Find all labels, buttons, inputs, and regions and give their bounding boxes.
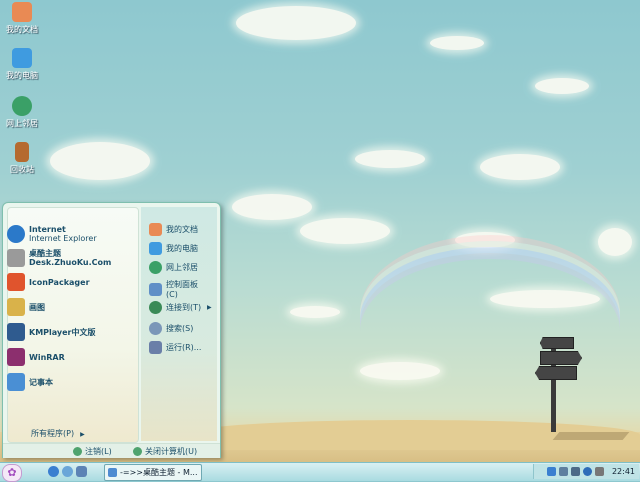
signpost-sign [540, 337, 574, 349]
internet-explorer-icon [7, 225, 25, 243]
zhuoku-icon [7, 249, 25, 267]
cloud [300, 218, 390, 244]
notepad-icon [7, 373, 25, 391]
run-icon [149, 340, 162, 354]
logoff-icon [73, 447, 82, 456]
menu-item-title: 桌酷主题 [29, 249, 61, 258]
places-item-label-hotkey: (C) [166, 290, 178, 299]
cloud [290, 306, 340, 318]
desktop-icon-my-documents[interactable]: 我的文档 [0, 2, 44, 35]
network-icon [149, 260, 162, 274]
tray-volume-icon[interactable] [594, 467, 604, 476]
places-item-label: 我的电脑 [166, 243, 198, 253]
my-documents-icon [12, 2, 32, 22]
cloud [430, 36, 484, 50]
arrow-right-icon: ▶ [207, 303, 212, 311]
menu-item-notepad[interactable]: 记事本 [7, 371, 132, 393]
my-documents-icon [149, 222, 162, 236]
places-item-label: 我的文档 [166, 224, 198, 234]
logoff-button[interactable]: 注销(L) [73, 446, 112, 457]
places-item-label: 搜索(S) [166, 323, 194, 333]
places-item-my-computer[interactable]: 我的电脑 [149, 240, 219, 256]
places-item-label: 控制面板 [166, 280, 198, 289]
rainbow [360, 235, 620, 391]
taskbar: ✿ -=>>桌酷主题 - M... 22:41 [0, 462, 640, 482]
menu-item-subtitle: Desk.ZhuoKu.Com [29, 258, 112, 267]
all-programs-button[interactable]: 所有程序(P) ▶ [31, 428, 85, 439]
menu-item-winrar[interactable]: WinRAR [7, 346, 132, 368]
places-item-label: 网上邻居 [166, 262, 198, 272]
places-item-connect[interactable]: 连接到(T) ▶ [149, 299, 219, 315]
search-icon [149, 321, 162, 335]
cloud [598, 228, 632, 256]
shutdown-label: 关闭计算机(U) [145, 447, 198, 456]
desktop-icon-label: 回收站 [10, 165, 34, 174]
menu-item-zhuoku[interactable]: 桌酷主题 Desk.ZhuoKu.Com [7, 247, 132, 269]
winrar-icon [7, 348, 25, 366]
control-panel-icon [149, 282, 162, 296]
cloud [50, 142, 150, 180]
start-menu-footer: 注销(L) 关闭计算机(U) [3, 443, 220, 458]
cloud [480, 154, 560, 180]
tray-monitor-icon[interactable] [570, 467, 580, 476]
menu-item-title: WinRAR [29, 352, 65, 362]
tray-bird-icon[interactable] [546, 467, 556, 476]
cloud [236, 6, 356, 40]
places-item-search[interactable]: 搜索(S) [149, 320, 219, 336]
cloud [355, 150, 425, 168]
signpost-sign [540, 351, 582, 365]
kmplayer-icon [7, 323, 25, 341]
signpost-sign [535, 366, 577, 380]
menu-item-iconpackager[interactable]: IconPackager [7, 271, 132, 293]
places-item-control-panel[interactable]: 控制面板 (C) [149, 278, 219, 300]
window-icon [108, 468, 117, 477]
cloud [232, 194, 312, 220]
menu-item-title: 画图 [29, 302, 45, 312]
places-item-label: 连接到(T) [166, 302, 202, 312]
paint-icon [7, 298, 25, 316]
places-item-my-documents[interactable]: 我的文档 [149, 221, 219, 237]
menu-item-title: Internet [29, 225, 66, 234]
logoff-label: 注销(L) [85, 447, 112, 456]
start-button[interactable]: ✿ [2, 464, 22, 482]
tray-ie-icon[interactable] [582, 467, 592, 476]
my-computer-icon [149, 241, 162, 255]
network-icon [12, 96, 32, 116]
places-item-run[interactable]: 运行(R)... [149, 339, 219, 355]
menu-item-subtitle: Internet Explorer [29, 234, 97, 243]
all-programs-label: 所有程序(P) [31, 429, 75, 438]
system-tray: 22:41 [533, 464, 639, 479]
quicklaunch-media-icon[interactable] [62, 466, 73, 477]
menu-item-internet-explorer[interactable]: Internet Internet Explorer [7, 223, 132, 245]
desktop-icon-label: 我的文档 [6, 25, 38, 34]
desktop-icon-label: 我的电脑 [6, 71, 38, 80]
arrow-right-icon: ▶ [80, 431, 85, 438]
menu-item-title: IconPackager [29, 277, 90, 287]
desktop-icon-recycle-bin[interactable]: 回收站 [0, 142, 44, 175]
menu-item-title: 记事本 [29, 377, 53, 387]
clock: 22:41 [611, 467, 635, 476]
tray-network-icon[interactable] [558, 467, 568, 476]
desktop-icon-my-computer[interactable]: 我的电脑 [0, 48, 44, 81]
start-menu: Internet Internet Explorer 桌酷主题 Desk.Zhu… [2, 202, 221, 458]
signpost-shadow [552, 432, 630, 440]
shutdown-button[interactable]: 关闭计算机(U) [133, 446, 197, 457]
places-item-label: 运行(R)... [166, 342, 202, 352]
places-item-network[interactable]: 网上邻居 [149, 259, 219, 275]
shutdown-icon [133, 447, 142, 456]
task-button-label: -=>>桌酷主题 - M... [120, 468, 198, 477]
desktop-icon-network[interactable]: 网上邻居 [0, 96, 44, 129]
recycle-bin-icon [15, 142, 29, 162]
connect-icon [149, 300, 162, 314]
cloud [535, 78, 589, 94]
quicklaunch-explorer-icon[interactable] [76, 466, 87, 477]
menu-item-title: KMPlayer中文版 [29, 327, 96, 337]
menu-item-paint[interactable]: 画图 [7, 296, 132, 318]
task-button-zhuoku[interactable]: -=>>桌酷主题 - M... [104, 464, 202, 481]
iconpackager-icon [7, 273, 25, 291]
menu-item-kmplayer[interactable]: KMPlayer中文版 [7, 321, 132, 343]
my-computer-icon [12, 48, 32, 68]
quicklaunch-ie-icon[interactable] [48, 466, 59, 477]
desktop-icon-label: 网上邻居 [6, 119, 38, 128]
